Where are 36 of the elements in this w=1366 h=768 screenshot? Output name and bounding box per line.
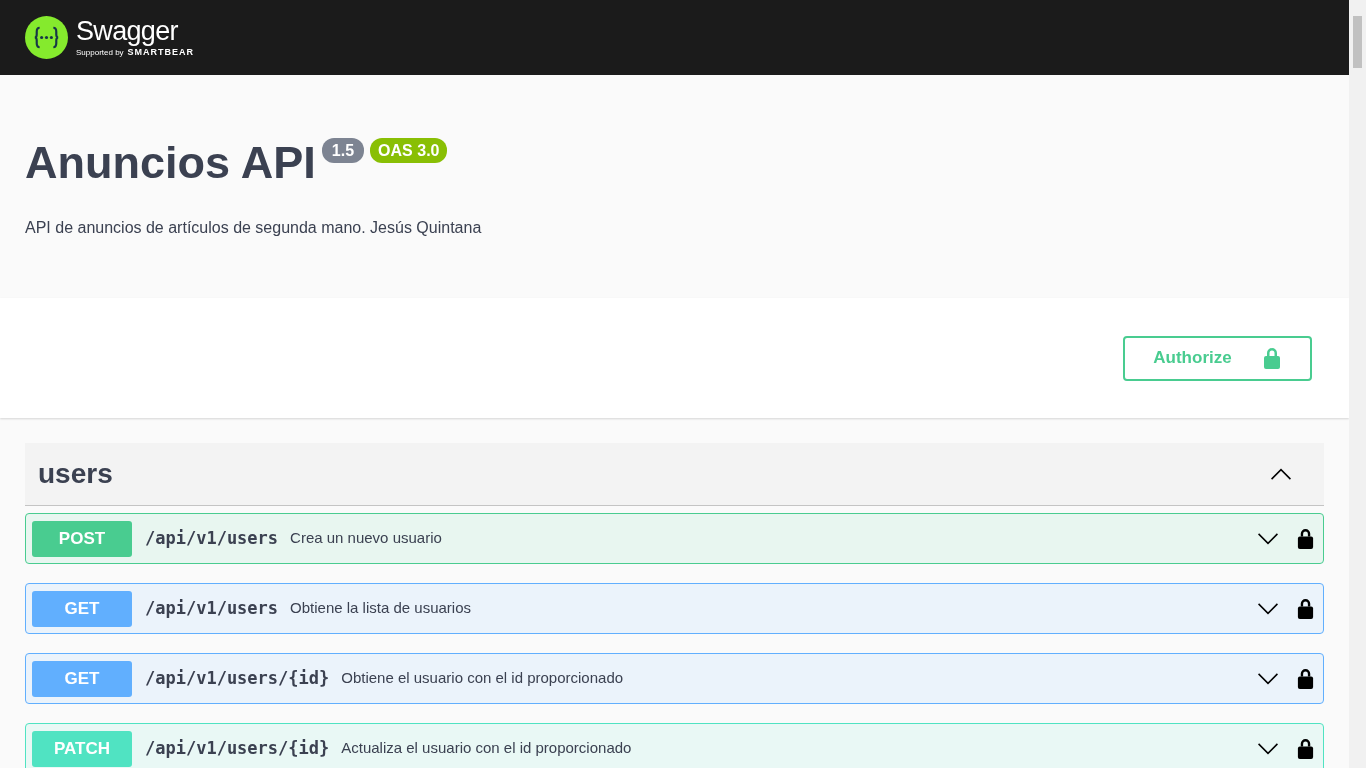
method-badge: POST <box>32 520 132 557</box>
lock-icon[interactable] <box>1296 737 1315 760</box>
endpoint-summary: Obtiene la lista de usuarios <box>290 598 471 619</box>
lock-icon[interactable] <box>1296 527 1315 550</box>
method-badge: PATCH <box>32 730 132 767</box>
operation-row[interactable]: GET /api/v1/users Obtiene la lista de usuarios <box>25 583 1324 634</box>
endpoint-path: /api/v1/users/{id} <box>145 666 330 690</box>
chevron-down-icon[interactable] <box>1257 602 1279 615</box>
chevron-up-icon[interactable] <box>1270 468 1292 480</box>
api-description: API de anuncios de artículos de segunda mano. Jesús Quintana <box>25 218 483 238</box>
operation-row[interactable]: GET /api/v1/users/{id} Obtiene el usuario con el id proporcionado <box>25 653 1324 704</box>
tagline-prefix: Supported by <box>76 49 124 57</box>
operation-row[interactable]: POST /api/v1/users Crea un nuevo usuario <box>25 513 1324 564</box>
endpoint-summary: Crea un nuevo usuario <box>290 528 442 549</box>
brand-name: Swagger <box>76 18 179 45</box>
logo-icon <box>25 16 68 59</box>
lock-icon[interactable] <box>1296 597 1315 620</box>
method-badge: GET <box>32 660 132 697</box>
endpoint-path: /api/v1/users/{id} <box>145 736 330 760</box>
endpoint-path: /api/v1/users <box>145 596 279 620</box>
endpoint-summary: Obtiene el usuario con el id proporcionado <box>341 668 624 689</box>
lock-icon[interactable] <box>1296 667 1315 690</box>
endpoint-path: /api/v1/users <box>145 526 279 550</box>
endpoint-summary: Actualiza el usuario con el id proporcionado <box>341 738 632 759</box>
chevron-down-icon[interactable] <box>1257 742 1279 755</box>
tag-name: users <box>38 457 113 491</box>
scrollbar[interactable] <box>1349 0 1366 768</box>
chevron-down-icon[interactable] <box>1257 672 1279 685</box>
method-badge: GET <box>32 590 132 627</box>
tag-header[interactable]: users <box>25 443 1324 506</box>
tagline-brand: SMARTBEAR <box>127 48 195 57</box>
version-badge: 1.5 <box>321 138 365 163</box>
operation-row[interactable]: PATCH /api/v1/users/{id} Actualiza el usuario con el id proporcionado <box>25 723 1324 768</box>
oas-badge: OAS 3.0 <box>370 138 448 163</box>
api-title: Anuncios API <box>25 137 316 189</box>
chevron-down-icon[interactable] <box>1257 532 1279 545</box>
